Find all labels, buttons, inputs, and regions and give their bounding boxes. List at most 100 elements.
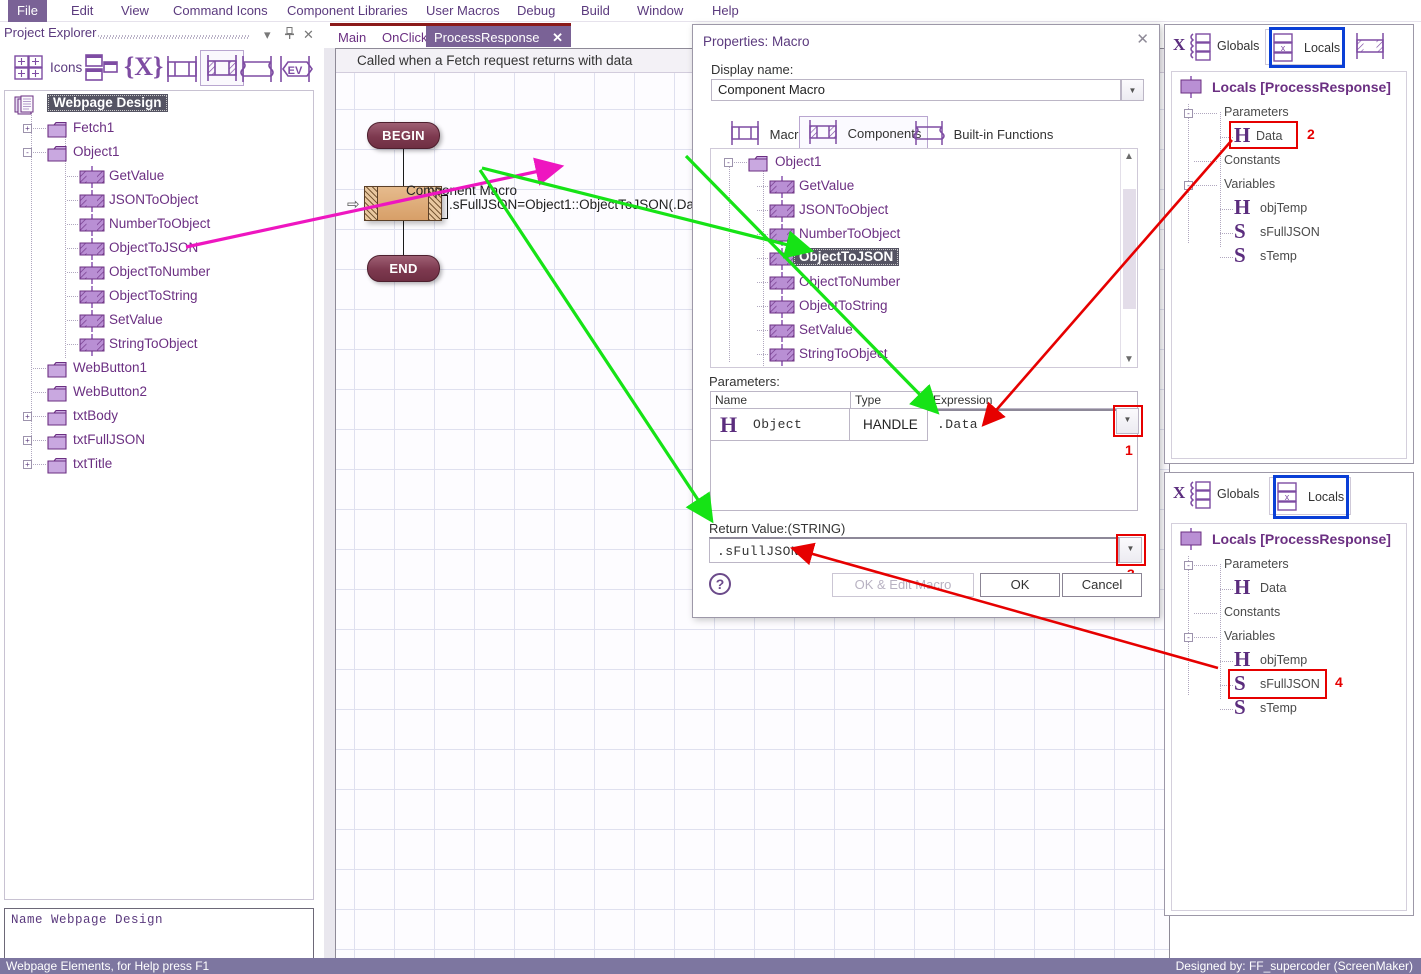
tab-label: ProcessResponse — [434, 30, 540, 45]
locals-node-parameters-top[interactable]: Parameters — [1224, 105, 1289, 119]
canvas-vertical-scrollbar[interactable] — [324, 48, 336, 960]
component-filter-icon-top[interactable] — [1353, 31, 1387, 66]
scroll-up-arrow-icon[interactable]: ▲ — [1124, 151, 1134, 162]
string-glyph-icon: S — [1234, 243, 1246, 267]
annotation-number-4: 4 — [1335, 674, 1343, 690]
parameter-expression-input[interactable]: .Data — [937, 417, 978, 432]
name-value: Name Webpage Design — [11, 913, 164, 927]
grid-icon[interactable] — [14, 54, 44, 82]
locals-node-constants-top[interactable]: Constants — [1224, 153, 1280, 167]
expander-plus[interactable]: + — [23, 460, 32, 469]
tab-close-icon[interactable]: ✕ — [552, 30, 563, 45]
tab-processresponse[interactable]: ProcessResponse ✕ — [426, 23, 572, 47]
parameters-table[interactable]: Name Type Expression H Object HANDLE .Da… — [710, 391, 1138, 511]
scrollbar-thumb[interactable] — [1123, 189, 1136, 309]
return-value-input[interactable]: .sFullJSON — [709, 537, 1119, 563]
locals-tree-bottom[interactable]: Locals [ProcessResponse] - Parameters H … — [1171, 523, 1407, 911]
display-name-dropdown-button[interactable]: ▼ — [1121, 79, 1144, 101]
globals-label: Globals — [1217, 487, 1260, 501]
tree-item-label: txtTitle — [73, 456, 113, 471]
locals-node-parameters-bottom[interactable]: Parameters — [1224, 557, 1289, 571]
string-glyph-icon: S — [1234, 695, 1246, 719]
help-button[interactable]: ? — [709, 573, 731, 595]
locals-node-objtemp-bottom[interactable]: objTemp — [1260, 653, 1307, 667]
expander-plus[interactable]: + — [23, 436, 32, 445]
project-explorer-toolbar: Icons {X} EV — [0, 46, 318, 90]
icons-label: Icons — [50, 60, 83, 75]
tab-main[interactable]: Main — [330, 23, 375, 47]
locals-node-stemp-top[interactable]: sTemp — [1260, 249, 1297, 263]
builtin-function-icon[interactable] — [238, 56, 276, 82]
tree-item-label: WebButton2 — [73, 384, 148, 399]
ok-button[interactable]: OK — [980, 573, 1060, 597]
windows-icon[interactable] — [85, 52, 119, 84]
mode-tab-builtin-functions[interactable]: Built-in Functions — [906, 118, 1059, 151]
menu-item-file[interactable]: File — [8, 0, 47, 22]
menu-item-debug[interactable]: Debug — [508, 0, 564, 22]
macro-expression-label: .sFullJSON=Object1::ObjectToJSON(.Data) — [449, 197, 710, 212]
locals-tree-title-bottom: Locals [ProcessResponse] — [1212, 531, 1391, 547]
close-icon[interactable]: ✕ — [303, 27, 314, 43]
status-right-text: Designed by: FF_supercoder (ScreenMaker) — [1175, 959, 1413, 973]
locals-node-constants-bottom[interactable]: Constants — [1224, 605, 1280, 619]
macro-bracket — [441, 195, 448, 219]
tree-item-label: txtFullJSON — [73, 432, 146, 447]
menu-item-help[interactable]: Help — [703, 0, 748, 22]
locals-node-sfulljson-top[interactable]: sFullJSON — [1260, 225, 1320, 239]
tree-item-label: Webpage Design — [47, 94, 168, 112]
menu-item-command-icons[interactable]: Command Icons — [164, 0, 277, 22]
expander-minus[interactable]: - — [1184, 109, 1193, 118]
annotation-highlight-locals-top — [1269, 27, 1345, 68]
handle-glyph-icon: H — [1234, 647, 1251, 671]
scroll-down-arrow-icon[interactable]: ▼ — [1124, 354, 1134, 365]
column-header-expression: Expression — [933, 393, 993, 407]
dialog-close-icon[interactable]: ✕ — [1136, 30, 1149, 48]
status-left-text: Webpage Elements, for Help press F1 — [6, 959, 210, 973]
expander-minus[interactable]: - — [724, 158, 733, 167]
tab-label: OnClick — [382, 30, 428, 45]
dialog-component-tree[interactable]: - Object1 GetValue JSONToObject NumberTo… — [710, 148, 1138, 368]
flow-node-end[interactable]: END — [367, 255, 440, 282]
locals-node-stemp-bottom[interactable]: sTemp — [1260, 701, 1297, 715]
flow-node-begin[interactable]: BEGIN — [367, 122, 440, 149]
dialog-tree-scrollbar[interactable]: ▲ ▼ — [1120, 149, 1137, 367]
parameters-label: Parameters: — [709, 374, 780, 389]
expander-plus[interactable]: + — [23, 412, 32, 421]
variable-x-icon[interactable]: {X} — [124, 52, 163, 82]
expander-minus[interactable]: - — [23, 148, 32, 157]
annotation-highlight-1 — [1113, 405, 1143, 437]
tree-item-label: JSONToObject — [109, 192, 199, 207]
chevron-down-icon[interactable]: ▾ — [264, 27, 271, 43]
menu-item-build[interactable]: Build — [572, 0, 619, 22]
expander-minus[interactable]: - — [1184, 561, 1193, 570]
pin-icon[interactable] — [284, 27, 295, 42]
expander-minus[interactable]: - — [1184, 181, 1193, 190]
event-icon[interactable]: EV — [276, 56, 314, 82]
display-name-input[interactable]: Component Macro — [711, 79, 1121, 101]
locals-tree-top[interactable]: Locals [ProcessResponse] - Parameters H … — [1171, 71, 1407, 459]
tree-item-label: NumberToObject — [109, 216, 211, 231]
locals-node-data-bottom[interactable]: Data — [1260, 581, 1286, 595]
locals-node-variables-bottom[interactable]: Variables — [1224, 629, 1275, 643]
menu-item-window[interactable]: Window — [628, 0, 692, 22]
project-explorer-tree: Webpage Design + Fetch1 - Object1 GetVal… — [4, 90, 314, 900]
application-window: File Edit View Command Icons Component L… — [0, 0, 1421, 974]
handle-glyph-icon: H — [1234, 195, 1251, 219]
cancel-button[interactable]: Cancel — [1062, 573, 1142, 597]
menu-item-user-macros[interactable]: User Macros — [417, 0, 509, 22]
locals-node-objtemp-top[interactable]: objTemp — [1260, 201, 1307, 215]
return-value-label: Return Value:(STRING) — [709, 521, 846, 536]
tree-item-label: txtBody — [73, 408, 119, 423]
locals-node-variables-top[interactable]: Variables — [1224, 177, 1275, 191]
ok-edit-macro-button[interactable]: OK & Edit Macro — [832, 573, 974, 597]
menu-item-component-libraries[interactable]: Component Libraries — [278, 0, 417, 22]
dialog-tree-label: SetValue — [799, 322, 853, 337]
dialog-tree-label: ObjectToNumber — [799, 274, 901, 289]
expander-plus[interactable]: + — [23, 124, 32, 133]
expander-minus[interactable]: - — [1184, 633, 1193, 642]
handle-glyph-icon: H — [1234, 575, 1251, 599]
menu-item-view[interactable]: View — [112, 0, 158, 22]
tree-item-label: ObjectToNumber — [109, 264, 211, 279]
menu-item-edit[interactable]: Edit — [62, 0, 102, 22]
macro-icon[interactable] — [163, 56, 201, 82]
